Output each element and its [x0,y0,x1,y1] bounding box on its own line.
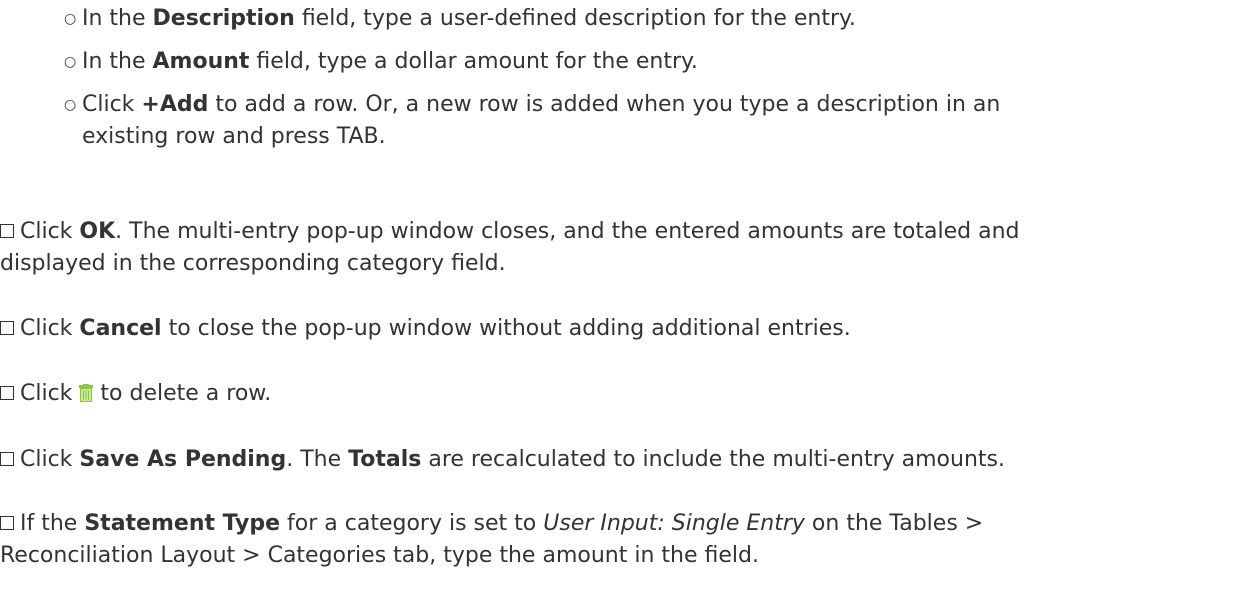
para-text: Reconciliation Layout > Categories tab, … [0,543,759,568]
para-text: for a category is set to [280,511,544,536]
item-text: existing row and press TAB. [82,124,386,149]
para-text: . The [286,447,349,472]
checkbox-icon [0,321,14,335]
trash-icon [79,380,94,402]
para-bold-text: Save As Pending [79,447,287,472]
para-text: Click [20,316,80,341]
checkbox-icon [0,386,14,400]
item-text: In the [82,49,153,74]
item-bold-text: Amount [152,49,250,74]
hollow-bullet-icon: ○ [64,54,77,70]
para-text: on the Tables > [804,511,984,536]
para-bold-text: Cancel [79,316,162,341]
checkbox-icon [0,516,14,530]
item-bold-text: Description [152,6,295,31]
list-item: ○ In the Amount field, type a dollar amo… [64,46,698,78]
para-bold-text: Statement Type [84,511,281,536]
paragraph-statement-type: If the Statement Type for a category is … [0,508,1250,572]
para-text: If the [20,511,85,536]
item-text: field, type a user-defined description f… [294,6,856,31]
para-text: to delete a row. [93,381,272,406]
paragraph-save: Click Save As Pending. The Totals are re… [0,444,1250,476]
para-italic-text: User Input: Single Entry [543,511,805,536]
item-text: Click [82,92,142,117]
para-text: are recalculated to include the multi-en… [421,447,1005,472]
para-text: Click [20,381,80,406]
item-text: to add a row. Or, a new row is added whe… [208,92,1001,117]
para-text: . The multi-entry pop-up window closes, … [115,219,1020,244]
para-text: Click [20,219,80,244]
item-text: In the [82,6,153,31]
para-text: displayed in the corresponding category … [0,251,506,276]
item-text: field, type a dollar amount for the entr… [249,49,698,74]
para-bold-text: OK [79,219,116,244]
paragraph-ok: Click OK. The multi-entry pop-up window … [0,216,1250,280]
checkbox-icon [0,452,14,466]
hollow-bullet-icon: ○ [64,97,77,113]
para-text: to close the pop-up window without addin… [161,316,851,341]
para-bold-text: Totals [348,447,422,472]
list-item: ○ Click +Add to add a row. Or, a new row… [64,89,1242,153]
paragraph-delete: Click to delete a row. [0,378,1250,410]
hollow-bullet-icon: ○ [64,11,77,27]
item-bold-text: +Add [141,92,209,117]
para-text: Click [20,447,80,472]
list-item: ○ In the Description field, type a user-… [64,3,856,35]
paragraph-cancel: Click Cancel to close the pop-up window … [0,313,1250,345]
checkbox-icon [0,224,14,238]
